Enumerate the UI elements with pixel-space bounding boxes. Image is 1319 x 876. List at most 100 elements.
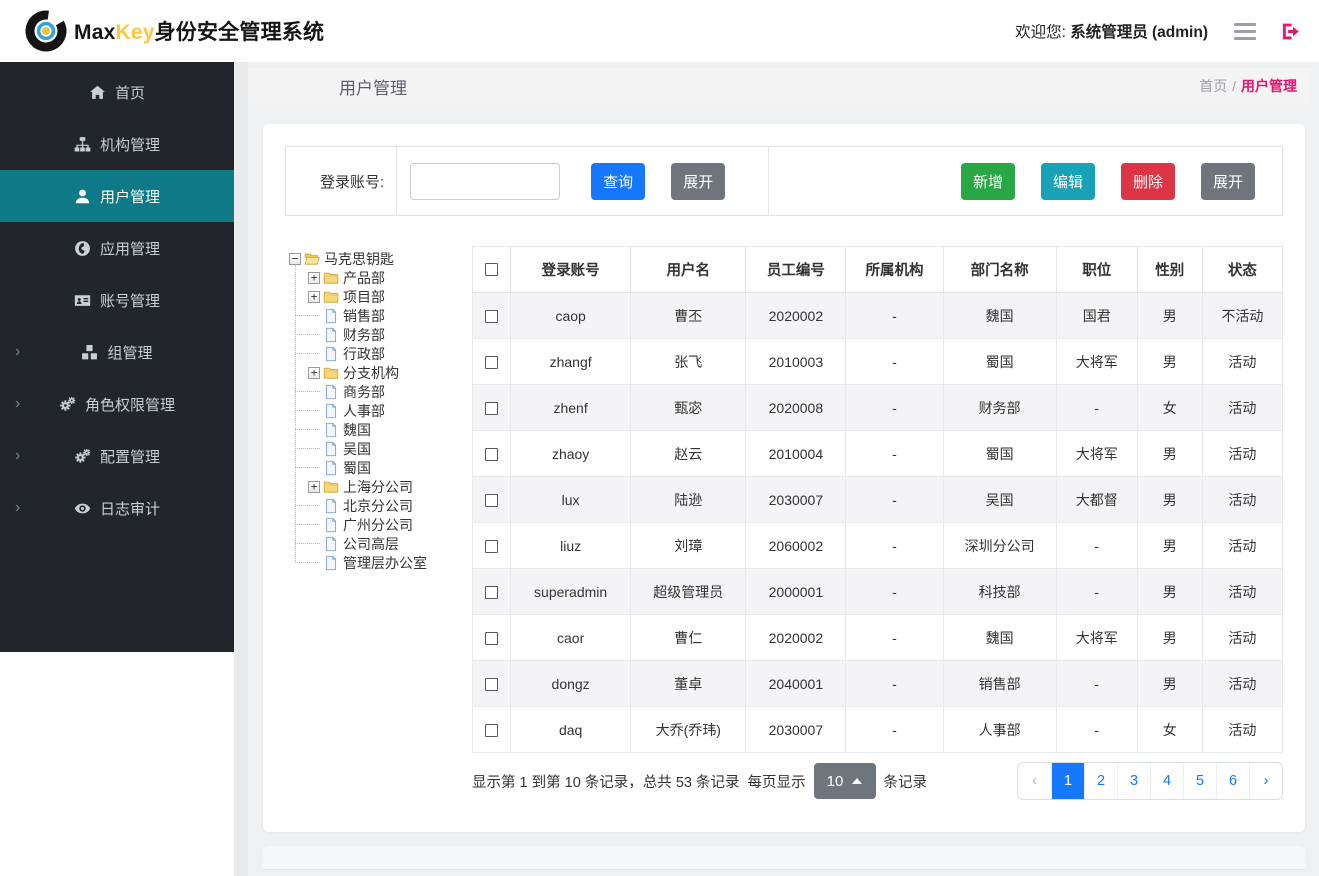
tree-node-label[interactable]: 商务部 <box>343 382 385 402</box>
tree-node-label[interactable]: 项目部 <box>343 287 385 307</box>
expand-plus-icon[interactable]: + <box>308 290 320 303</box>
row-checkbox[interactable] <box>485 494 499 508</box>
tree-node-管理层办公室[interactable]: 管理层办公室 <box>285 553 472 572</box>
tree-node-label[interactable]: 吴国 <box>343 439 371 459</box>
sidebar-item-角色权限管理[interactable]: › 角色权限管理 <box>0 378 234 430</box>
tree-node-人事部[interactable]: 人事部 <box>285 401 472 420</box>
collapse-minus-icon[interactable]: − <box>289 252 301 265</box>
pagination-page-4[interactable]: 4 <box>1150 763 1183 799</box>
table-row[interactable]: liuz 刘璋 2060002- 深圳分公司 - 男活动 <box>471 522 1284 569</box>
expand-plus-icon[interactable]: + <box>308 271 320 284</box>
pagination-next[interactable]: › <box>1249 763 1282 799</box>
tree-node-label[interactable]: 蜀国 <box>343 458 371 478</box>
pagination-page-1[interactable]: 1 <box>1051 763 1084 799</box>
tree-node-label[interactable]: 财务部 <box>343 325 385 345</box>
edit-button[interactable]: 编辑 <box>1040 162 1095 200</box>
tree-node-公司高层[interactable]: 公司高层 <box>285 534 472 553</box>
table-row[interactable]: zhenf 甄宓 2020008- 财务部 - 女活动 <box>471 384 1284 431</box>
logout-icon[interactable] <box>1280 21 1301 42</box>
table-row[interactable]: dongz 董卓 2040001- 销售部 - 男活动 <box>471 660 1284 707</box>
tree-node-label[interactable]: 广州分公司 <box>343 515 413 535</box>
pagination-page-3[interactable]: 3 <box>1117 763 1150 799</box>
row-checkbox[interactable] <box>485 402 499 416</box>
table-row[interactable]: caor 曹仁 2020002- 魏国 大将军男活动 <box>471 614 1284 661</box>
tree-node-行政部[interactable]: 行政部 <box>285 344 472 363</box>
tree-node-销售部[interactable]: 销售部 <box>285 306 472 325</box>
tree-node-label[interactable]: 公司高层 <box>343 534 399 554</box>
tree-node-label[interactable]: 产品部 <box>343 268 385 288</box>
cell: 2010004 <box>745 430 847 477</box>
row-checkbox[interactable] <box>485 678 499 692</box>
tree-node-label[interactable]: 上海分公司 <box>343 477 413 497</box>
tree-node-分支机构[interactable]: + 分支机构 <box>285 363 472 382</box>
tree-node-label[interactable]: 行政部 <box>343 344 385 364</box>
delete-button[interactable]: 删除 <box>1120 162 1175 200</box>
menu-toggle-icon[interactable] <box>1234 22 1256 40</box>
row-checkbox[interactable] <box>485 356 499 370</box>
tree-node-北京分公司[interactable]: 北京分公司 <box>285 496 472 515</box>
sidebar-item-日志审计[interactable]: › 日志审计 <box>0 482 234 534</box>
row-checkbox[interactable] <box>485 310 499 324</box>
tree-node-蜀国[interactable]: 蜀国 <box>285 458 472 477</box>
tree-node-label[interactable]: 人事部 <box>343 401 385 421</box>
row-checkbox[interactable] <box>485 632 499 646</box>
tree-node-label[interactable]: 分支机构 <box>343 363 399 383</box>
table-row[interactable]: lux 陆逊 2030007- 吴国 大都督男活动 <box>471 476 1284 523</box>
cell: - <box>1055 660 1138 707</box>
expand-actions-button[interactable]: 展开 <box>1200 162 1255 200</box>
tree-node-财务部[interactable]: 财务部 <box>285 325 472 344</box>
tree-node-产品部[interactable]: + 产品部 <box>285 268 472 287</box>
tree-node-label[interactable]: 魏国 <box>343 420 371 440</box>
select-all-checkbox[interactable] <box>485 263 499 277</box>
cell: 男 <box>1136 614 1203 661</box>
sidebar-item-label: 机构管理 <box>99 136 160 154</box>
expand-plus-icon[interactable]: + <box>308 366 320 379</box>
expand-search-button[interactable]: 展开 <box>671 162 726 200</box>
sidebar-gutter <box>234 62 248 876</box>
table-row[interactable]: zhaoy 赵云 2010004- 蜀国 大将军男活动 <box>471 430 1284 477</box>
add-button[interactable]: 新增 <box>960 162 1015 200</box>
row-checkbox[interactable] <box>485 448 499 462</box>
expand-plus-icon[interactable]: + <box>308 480 320 493</box>
sidebar-item-用户管理[interactable]: 用户管理 <box>0 170 234 222</box>
sidebar-item-机构管理[interactable]: 机构管理 <box>0 118 234 170</box>
pagination-prev[interactable]: ‹ <box>1018 763 1051 799</box>
pagination-page-6[interactable]: 6 <box>1216 763 1249 799</box>
table-row[interactable]: caop 曹丕 2020002- 魏国 国君男不活动 <box>471 292 1284 339</box>
tree-node-吴国[interactable]: 吴国 <box>285 439 472 458</box>
pagination-page-2[interactable]: 2 <box>1084 763 1117 799</box>
cell: zhaoy <box>510 430 632 477</box>
sidebar-item-应用管理[interactable]: 应用管理 <box>0 222 234 274</box>
cell: 国君 <box>1055 292 1138 339</box>
tree-node-label[interactable]: 销售部 <box>343 306 385 326</box>
tree-node-商务部[interactable]: 商务部 <box>285 382 472 401</box>
cell: 2000001 <box>745 568 847 615</box>
sidebar-item-配置管理[interactable]: › 配置管理 <box>0 430 234 482</box>
query-button[interactable]: 查询 <box>591 162 646 200</box>
sidebar-item-首页[interactable]: 首页 <box>0 66 234 118</box>
search-input[interactable] <box>410 162 561 200</box>
page-size-dropdown[interactable]: 10 <box>813 763 876 799</box>
tree-node-魏国[interactable]: 魏国 <box>285 420 472 439</box>
sidebar-item-账号管理[interactable]: 账号管理 <box>0 274 234 326</box>
row-checkbox[interactable] <box>485 586 499 600</box>
sidebar-item-组管理[interactable]: › 组管理 <box>0 326 234 378</box>
file-icon <box>323 422 339 438</box>
table-row[interactable]: zhangf 张飞 2010003- 蜀国 大将军男活动 <box>471 338 1284 385</box>
pagination-page-5[interactable]: 5 <box>1183 763 1216 799</box>
tree-node-广州分公司[interactable]: 广州分公司 <box>285 515 472 534</box>
cell: daq <box>510 706 632 753</box>
tree-root-label[interactable]: 马克思钥匙 <box>324 249 394 269</box>
tree-node-上海分公司[interactable]: + 上海分公司 <box>285 477 472 496</box>
row-checkbox[interactable] <box>485 540 499 554</box>
breadcrumb-home[interactable]: 首页 <box>1199 78 1227 94</box>
page-title: 用户管理 <box>339 78 407 98</box>
table-row[interactable]: daq 大乔(乔玮) 2030007- 人事部 - 女活动 <box>471 706 1284 753</box>
next-panel-strip <box>263 846 1305 870</box>
row-checkbox[interactable] <box>485 724 499 738</box>
tree-node-label[interactable]: 管理层办公室 <box>343 553 427 573</box>
tree-node-项目部[interactable]: + 项目部 <box>285 287 472 306</box>
tree-node-label[interactable]: 北京分公司 <box>343 496 413 516</box>
tree-root[interactable]: − 马克思钥匙 <box>289 249 472 268</box>
table-row[interactable]: superadmin 超级管理员 2000001- 科技部 - 男活动 <box>471 568 1284 615</box>
